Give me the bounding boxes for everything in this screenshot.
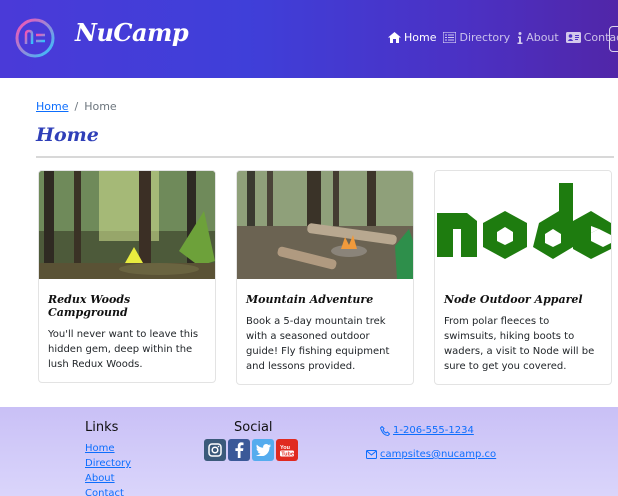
card-text: From polar fleeces to swimsuits, hiking … <box>444 316 595 372</box>
card-title: Mountain Adventure <box>246 293 374 306</box>
nav-directory[interactable]: Directory <box>443 31 510 44</box>
card-text: Book a 5-day mountain trek with a season… <box>246 316 390 372</box>
card-mountain-adventure: Mountain Adventure Book a 5-day mountain… <box>236 170 414 385</box>
card-title: Node Outdoor Apparel <box>444 293 583 306</box>
card-text: You'll never want to leave this hidden g… <box>48 329 199 370</box>
envelope-icon <box>366 450 377 459</box>
footer-link-contact[interactable]: Contact <box>85 486 131 496</box>
site-footer: Links Home Directory About Contact Socia… <box>0 407 618 496</box>
main-nav: Home Directory About Contact <box>388 31 618 44</box>
mountain-adventure-image <box>237 171 413 279</box>
breadcrumb-home-link[interactable]: Home <box>36 100 68 113</box>
list-icon <box>443 32 457 43</box>
breadcrumb: Home / Home <box>36 100 117 113</box>
phone-number: 1-206-555-1234 <box>393 425 474 436</box>
nav-home-label: Home <box>404 31 437 44</box>
card-title: Redux Woods Campground <box>48 293 131 319</box>
brand-name[interactable]: NuCamp <box>75 18 189 47</box>
svg-text:Tube: Tube <box>281 452 294 457</box>
footer-links: Home Directory About Contact <box>85 441 131 496</box>
nucamp-logo[interactable] <box>14 17 56 59</box>
twitter-icon[interactable] <box>252 439 274 461</box>
youtube-icon[interactable]: You Tube <box>276 439 298 461</box>
nav-directory-label: Directory <box>459 31 511 44</box>
nav-about-label: About <box>526 31 559 44</box>
social-heading: Social <box>234 420 273 435</box>
address-card-icon <box>565 32 581 43</box>
footer-link-about[interactable]: About <box>85 471 131 486</box>
title-divider <box>36 156 614 158</box>
nav-about[interactable]: About <box>517 31 559 44</box>
phone-icon <box>380 425 390 436</box>
instagram-icon[interactable] <box>204 439 226 461</box>
facebook-icon[interactable] <box>228 439 250 461</box>
email-link[interactable]: campsites@nucamp.co <box>366 449 496 460</box>
card-node-apparel: Node Outdoor Apparel From polar fleeces … <box>434 170 612 385</box>
nav-home[interactable]: Home <box>388 31 436 44</box>
contact-info: 1-206-555-1234 campsites@nucamp.co <box>366 425 496 460</box>
home-icon <box>388 32 401 43</box>
footer-link-directory[interactable]: Directory <box>85 456 131 471</box>
breadcrumb-current: Home <box>84 100 117 113</box>
info-icon <box>517 31 523 44</box>
email-address: campsites@nucamp.co <box>380 449 497 460</box>
links-heading: Links <box>85 420 119 435</box>
breadcrumb-separator: / <box>74 100 79 113</box>
social-buttons: You Tube <box>204 439 298 461</box>
login-button[interactable] <box>609 26 618 52</box>
svg-text:You: You <box>280 445 290 451</box>
card-campground: Redux Woods Campground You'll never want… <box>38 170 216 383</box>
site-header: NuCamp Home Directory About Contact <box>0 0 618 78</box>
page-title: Home <box>36 124 99 146</box>
campground-image <box>39 171 215 279</box>
node-logo-image <box>435 171 611 279</box>
footer-link-home[interactable]: Home <box>85 441 131 456</box>
phone-link[interactable]: 1-206-555-1234 <box>380 425 496 436</box>
